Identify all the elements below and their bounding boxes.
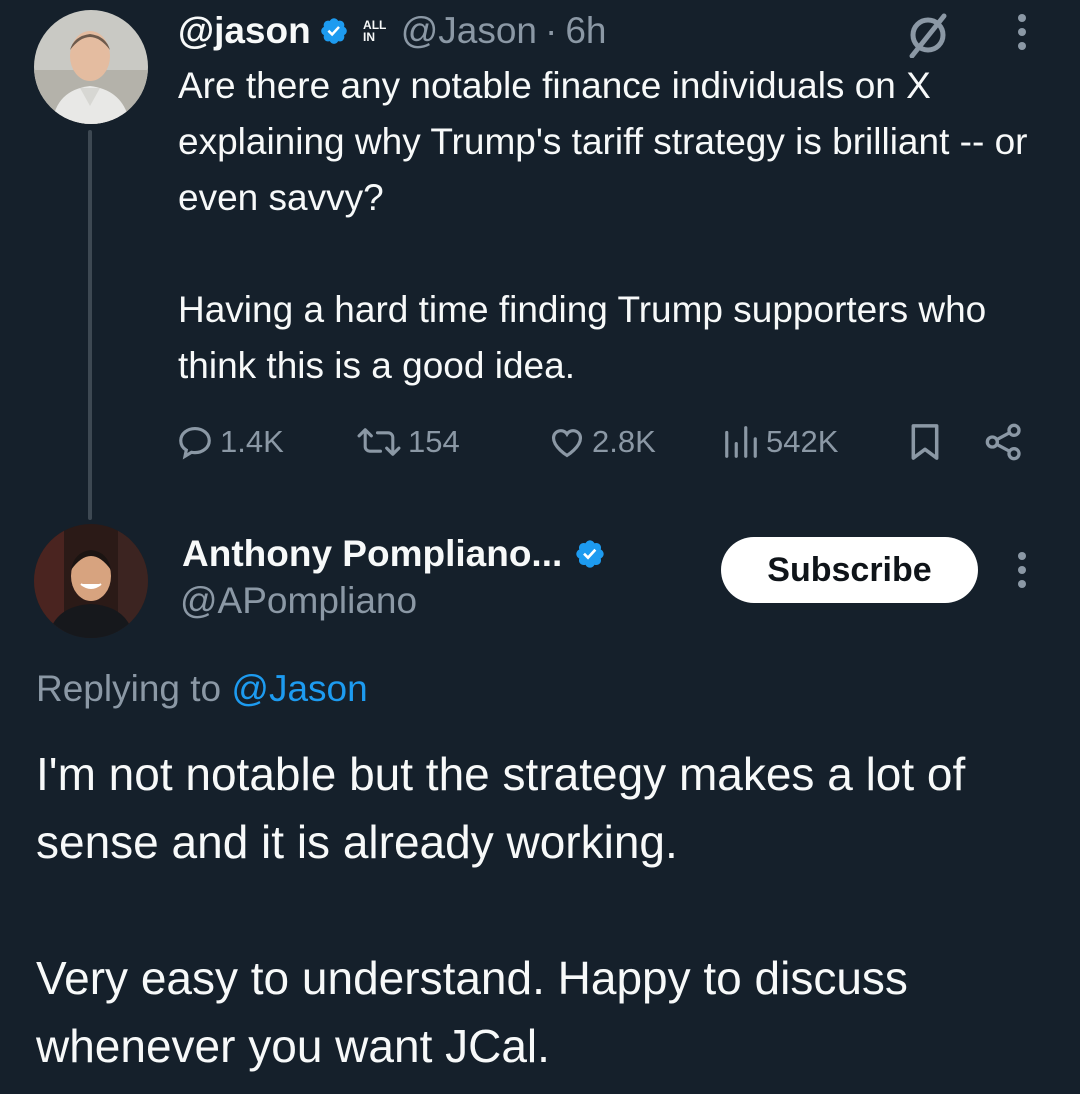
affiliation-badge-line: IN — [363, 30, 376, 44]
reply-more-icon[interactable] — [1016, 552, 1028, 588]
verified-badge-icon — [319, 16, 349, 46]
header-separator: · — [545, 10, 558, 51]
like-count: 2.8K — [592, 424, 656, 459]
like-button[interactable]: 2.8K — [548, 414, 656, 470]
reply-author-name[interactable]: Anthony Pompliano... — [182, 530, 606, 578]
replying-to-link[interactable]: @Jason — [231, 668, 367, 709]
repost-icon — [357, 428, 401, 456]
repost-button[interactable]: 154 — [356, 414, 460, 470]
like-icon — [551, 429, 583, 458]
reply-count: 1.4K — [220, 424, 284, 459]
reply-author-handle[interactable]: @APompliano — [180, 580, 417, 622]
reply-verified-badge-icon — [574, 538, 606, 570]
tweet-action-bar: 1.4K 154 2.8K 542K — [0, 414, 1080, 470]
bookmark-icon[interactable] — [910, 414, 946, 470]
views-count: 542K — [766, 424, 839, 459]
reply-display-name: Anthony Pompliano... — [182, 533, 563, 574]
views-icon — [725, 426, 757, 458]
author-display-name[interactable]: @jason — [178, 10, 311, 52]
parent-more-icon[interactable] — [1016, 14, 1028, 50]
replying-to-line: Replying to @Jason — [36, 668, 368, 710]
tweet-thread: @jason ALL IN @Jason · 6h Are there any n… — [0, 0, 1080, 1094]
share-icon[interactable] — [984, 414, 1030, 470]
author-handle: @Jason — [400, 10, 538, 51]
tweet-timestamp[interactable]: 6h — [565, 10, 606, 52]
reply-tweet-text: I'm not notable but the strategy makes a… — [36, 748, 966, 1072]
affiliation-badge-icon[interactable]: ALL IN — [361, 16, 389, 46]
replying-to-prefix: Replying to — [36, 668, 222, 709]
repost-count: 154 — [408, 424, 460, 459]
jason-avatar[interactable] — [34, 10, 148, 124]
reply-button[interactable]: 1.4K — [176, 414, 284, 470]
parent-tweet-text: Are there any notable finance individual… — [178, 65, 1028, 386]
pompliano-avatar[interactable] — [34, 524, 148, 638]
subscribe-button[interactable]: Subscribe — [721, 537, 978, 603]
reply-icon — [179, 426, 211, 460]
parent-tweet-header: @jason ALL IN @Jason · 6h — [178, 6, 607, 56]
grok-icon[interactable] — [904, 12, 954, 63]
views-button[interactable]: 542K — [722, 414, 838, 470]
